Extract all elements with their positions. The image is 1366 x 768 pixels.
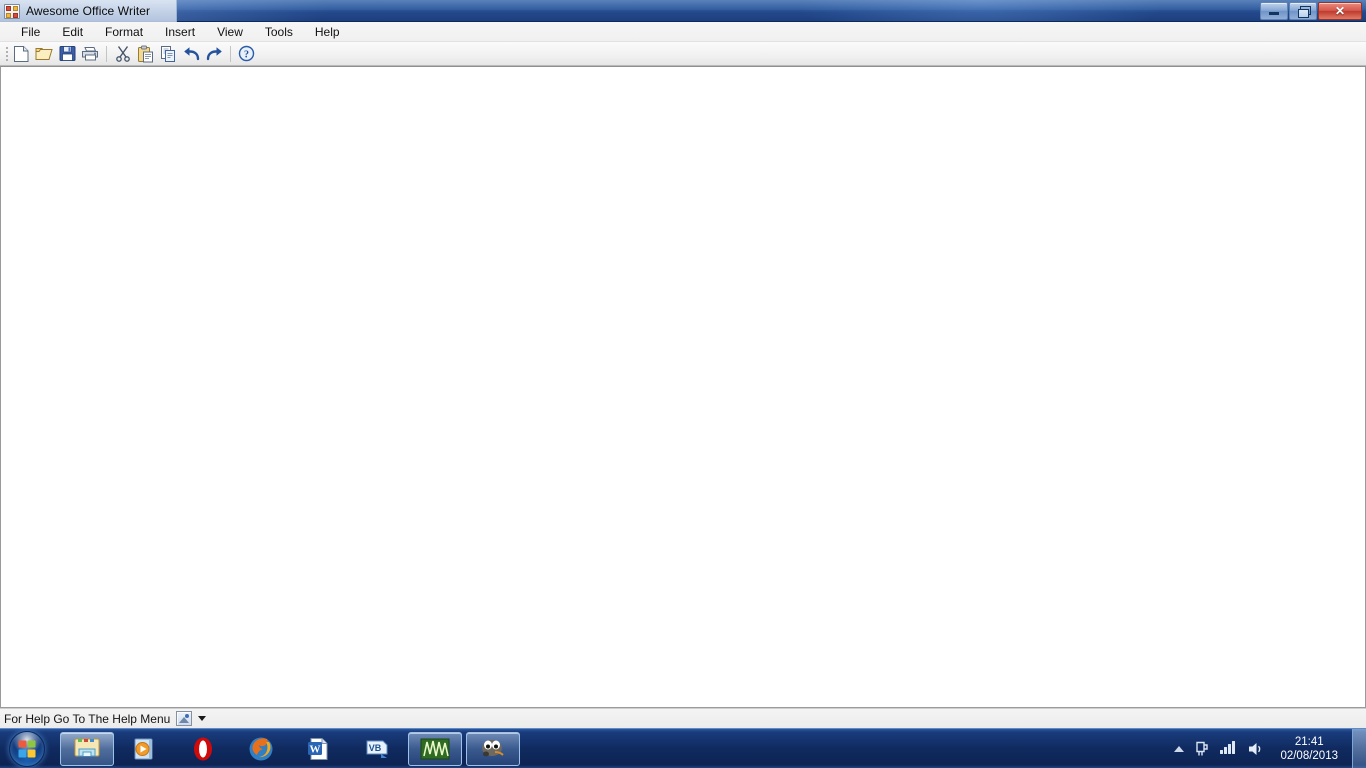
document-canvas[interactable] [0, 66, 1366, 708]
taskbar-gimp[interactable] [466, 732, 520, 766]
open-folder-icon[interactable] [33, 43, 56, 65]
close-button[interactable]: ✕ [1318, 2, 1362, 20]
svg-text:VB: VB [369, 743, 382, 753]
menu-item-help[interactable]: Help [304, 23, 351, 41]
taskbar-firefox[interactable] [234, 732, 288, 766]
start-orb-graphic [9, 731, 45, 767]
svg-text:?: ? [244, 49, 249, 60]
cut-scissors-icon[interactable] [111, 43, 134, 65]
clock-time: 21:41 [1280, 735, 1338, 749]
main-toolbar: ? [0, 42, 1366, 66]
visual-basic-icon: VB [363, 736, 391, 762]
minimize-button[interactable] [1260, 2, 1288, 20]
word-icon: W [305, 736, 333, 762]
firefox-icon [246, 735, 276, 763]
titlebar-left-group: Awesome Office Writer [0, 0, 177, 22]
document-text-area[interactable] [1, 67, 1365, 707]
minimize-icon [1261, 3, 1287, 19]
save-floppy-icon[interactable] [56, 43, 79, 65]
status-text: For Help Go To The Help Menu [4, 712, 170, 726]
network-signal-icon[interactable] [1220, 740, 1238, 758]
taskbar-clock[interactable]: 21:41 02/08/2013 [1274, 735, 1344, 763]
paste-clipboard-icon[interactable] [134, 43, 157, 65]
system-tray: 21:41 02/08/2013 [1174, 729, 1350, 768]
menu-item-edit[interactable]: Edit [51, 23, 94, 41]
media-player-icon [130, 736, 160, 762]
gimp-icon [477, 736, 509, 762]
undo-arrow-icon[interactable] [180, 43, 203, 65]
window-controls: ✕ [1260, 0, 1362, 22]
chevron-down-icon[interactable] [198, 716, 206, 721]
show-hidden-icons-icon[interactable] [1174, 746, 1184, 752]
toolbar-separator [230, 46, 231, 62]
toolbar-separator [106, 46, 107, 62]
taskbar-opera[interactable] [176, 732, 230, 766]
audio-waveform-icon [418, 736, 452, 762]
file-explorer-icon [72, 736, 102, 762]
menu-item-tools[interactable]: Tools [254, 23, 304, 41]
taskbar-word[interactable]: W [292, 732, 346, 766]
action-center-icon[interactable] [1193, 740, 1211, 758]
windows-taskbar: W VB [0, 728, 1366, 768]
menu-item-view[interactable]: View [206, 23, 254, 41]
opera-icon [189, 736, 217, 762]
show-desktop-button[interactable] [1352, 729, 1366, 768]
menu-item-insert[interactable]: Insert [154, 23, 206, 41]
help-question-icon[interactable]: ? [235, 43, 258, 65]
menu-bar: File Edit Format Insert View Tools Help [0, 22, 1366, 42]
restore-button[interactable] [1289, 2, 1317, 20]
clock-date: 02/08/2013 [1280, 749, 1338, 763]
taskbar-audio-editor[interactable] [408, 732, 462, 766]
restore-icon [1290, 3, 1316, 19]
toolbar-grip[interactable] [3, 45, 10, 63]
taskbar-file-explorer[interactable] [60, 732, 114, 766]
close-icon: ✕ [1319, 3, 1361, 19]
status-bar: For Help Go To The Help Menu [0, 708, 1366, 728]
menu-item-file[interactable]: File [10, 23, 51, 41]
volume-speaker-icon[interactable] [1247, 740, 1265, 758]
document-window-icon [4, 4, 20, 19]
window-titlebar[interactable]: Awesome Office Writer ✕ [0, 0, 1366, 22]
application-window: Awesome Office Writer ✕ File Edit Format… [0, 0, 1366, 728]
taskbar-buttons: W VB [60, 732, 1174, 766]
picture-icon[interactable] [176, 711, 192, 726]
svg-text:W: W [310, 743, 321, 755]
new-document-icon[interactable] [10, 43, 33, 65]
window-title: Awesome Office Writer [26, 4, 150, 18]
windows-logo-icon [19, 740, 36, 757]
taskbar-visual-basic[interactable]: VB [350, 732, 404, 766]
menu-item-format[interactable]: Format [94, 23, 154, 41]
windows-start-orb[interactable] [2, 730, 52, 768]
copy-icon[interactable] [157, 43, 180, 65]
taskbar-media-player[interactable] [118, 732, 172, 766]
print-icon[interactable] [79, 43, 102, 65]
redo-arrow-icon[interactable] [203, 43, 226, 65]
